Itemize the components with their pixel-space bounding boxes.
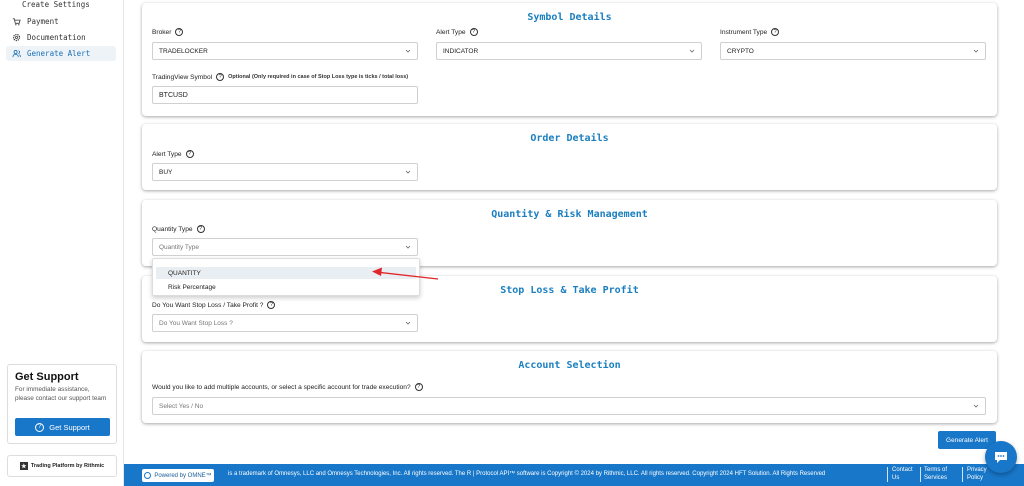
- omne-logo-icon: [144, 472, 152, 479]
- tradingview-symbol-label: TradingView Symbol ? Optional (Only requ…: [152, 73, 408, 81]
- help-icon[interactable]: ?: [196, 225, 205, 233]
- chevron-down-icon: [405, 321, 411, 325]
- tradingview-symbol-input[interactable]: BTCUSD: [152, 86, 418, 104]
- terms-line-1: Terms of: [924, 467, 948, 473]
- broker-label: Broker ?: [152, 28, 184, 36]
- instrument-type-label: Instrument Type ?: [720, 28, 780, 36]
- tv-symbol-value: BTCUSD: [159, 91, 188, 99]
- footer-divider: [920, 467, 921, 482]
- broker-select[interactable]: TRADELOCKER: [152, 42, 418, 60]
- stop-loss-label-text: Do You Want Stop Loss / Take Profit ?: [152, 301, 264, 309]
- alert-type-label: Alert Type ?: [436, 28, 478, 36]
- powered-text: Powered by OMNE™: [154, 472, 212, 479]
- stop-loss-label: Do You Want Stop Loss / Take Profit ? ?: [152, 301, 276, 309]
- quantity-risk-title: Quantity & Risk Management: [491, 209, 648, 220]
- support-title: Get Support: [15, 371, 79, 383]
- sidebar-item-label: Documentation: [27, 33, 86, 42]
- privacy-line-1: Privacy: [967, 467, 987, 473]
- sidebar-item-payment[interactable]: Payment: [6, 14, 116, 29]
- chevron-down-icon: [689, 49, 695, 53]
- quantity-type-select[interactable]: Quantity Type: [152, 238, 418, 256]
- privacy-line-2: Policy: [967, 475, 984, 481]
- contact-us-link[interactable]: Contact Us: [892, 466, 913, 482]
- alert-type-value: INDICATOR: [443, 47, 479, 55]
- stop-loss-placeholder: Do You Want Stop Loss ?: [159, 319, 233, 327]
- footer-copyright: is a trademark of Omnesys, LLC and Omnes…: [228, 471, 826, 477]
- help-icon[interactable]: ?: [175, 28, 184, 36]
- rithmic-text: Trading Platform by Rithmic: [30, 463, 105, 469]
- get-support-button[interactable]: ? Get Support: [15, 418, 110, 436]
- app-root: Create Settings Payment Documentation Ge…: [0, 0, 1024, 486]
- support-card: Get Support For immediate assistance, pl…: [7, 364, 117, 444]
- help-icon: ?: [35, 422, 45, 432]
- sidebar-item-documentation[interactable]: Documentation: [6, 30, 116, 45]
- tv-optional-note: Optional (Only required in case of Stop …: [228, 74, 409, 80]
- instrument-label-text: Instrument Type: [720, 28, 768, 36]
- footer-divider: [962, 467, 963, 482]
- cart-icon: [12, 17, 21, 26]
- footer: Powered by OMNE™ is a trademark of Omnes…: [124, 464, 1024, 486]
- sidebar-item-label: Payment: [27, 17, 59, 26]
- powered-by-omne-badge[interactable]: Powered by OMNE™: [142, 469, 214, 482]
- chevron-down-icon: [405, 245, 411, 249]
- broker-value: TRADELOCKER: [159, 47, 208, 55]
- order-alert-type-select[interactable]: BUY: [152, 163, 418, 181]
- chat-button[interactable]: [985, 441, 1017, 473]
- quantity-type-label: Quantity Type ?: [152, 225, 205, 233]
- contact-line-2: Us: [892, 475, 900, 481]
- help-icon[interactable]: ?: [771, 28, 780, 36]
- terms-line-2: Services: [924, 475, 948, 481]
- chevron-down-icon: [973, 49, 979, 53]
- stop-loss-select[interactable]: Do You Want Stop Loss ?: [152, 314, 418, 332]
- order-alert-type-text: Alert Type: [152, 150, 182, 158]
- order-details-card: Order Details Alert Type ? BUY: [142, 124, 997, 190]
- sidebar-item-label: Generate Alert: [27, 49, 91, 58]
- account-selection-text: Would you like to add multiple accounts,…: [152, 383, 411, 391]
- privacy-policy-link[interactable]: Privacy Policy: [967, 466, 987, 482]
- tv-label-text: TradingView Symbol: [152, 73, 213, 81]
- get-support-label: Get Support: [49, 422, 90, 432]
- chat-bubble-icon: [995, 452, 1007, 463]
- broker-label-text: Broker: [152, 28, 172, 36]
- sidebar-item-generate-alert[interactable]: Generate Alert: [6, 46, 116, 61]
- help-icon[interactable]: ?: [267, 301, 276, 309]
- gear-icon: [12, 33, 21, 42]
- instrument-type-select[interactable]: CRYPTO: [720, 42, 986, 60]
- account-selection-card: Account Selection Would you like to add …: [142, 351, 997, 423]
- symbol-details-title: Symbol Details: [527, 12, 612, 23]
- order-details-title: Order Details: [530, 133, 609, 144]
- chevron-down-icon: [405, 170, 411, 174]
- quantity-type-text: Quantity Type: [152, 225, 193, 233]
- order-alert-type-value: BUY: [159, 168, 173, 176]
- help-icon[interactable]: ?: [185, 150, 194, 158]
- alert-type-label-text: Alert Type: [436, 28, 466, 36]
- terms-of-services-link[interactable]: Terms of Services: [924, 466, 947, 482]
- account-selection-title: Account Selection: [518, 360, 621, 371]
- help-icon[interactable]: ?: [469, 28, 478, 36]
- users-icon: [12, 49, 21, 58]
- support-text: For immediate assistance, please contact…: [15, 386, 107, 402]
- quantity-risk-card: Quantity & Risk Management Quantity Type…: [142, 200, 997, 266]
- quantity-type-placeholder: Quantity Type: [159, 243, 199, 251]
- sidebar-item-create-settings[interactable]: Create Settings: [22, 0, 90, 9]
- rithmic-logo-icon: ★: [19, 462, 28, 470]
- help-icon[interactable]: ?: [414, 383, 423, 391]
- instrument-value: CRYPTO: [727, 47, 754, 55]
- chevron-down-icon: [405, 49, 411, 53]
- rithmic-badge: ★ Trading Platform by Rithmic: [7, 455, 117, 477]
- alert-type-select[interactable]: INDICATOR: [436, 42, 702, 60]
- sidebar: Create Settings Payment Documentation Ge…: [0, 0, 124, 486]
- account-selection-placeholder: Select Yes / No: [159, 402, 204, 410]
- contact-line-1: Contact: [892, 467, 913, 473]
- symbol-details-card: Symbol Details Broker ? TRADELOCKER Aler…: [142, 3, 997, 116]
- chevron-down-icon: [973, 404, 979, 408]
- help-icon[interactable]: ?: [216, 73, 225, 81]
- order-alert-type-label: Alert Type ?: [152, 150, 194, 158]
- red-arrow-annotation: [372, 267, 439, 280]
- footer-divider: [887, 467, 888, 482]
- account-selection-label: Would you like to add multiple accounts,…: [152, 383, 423, 391]
- account-selection-select[interactable]: Select Yes / No: [152, 397, 986, 415]
